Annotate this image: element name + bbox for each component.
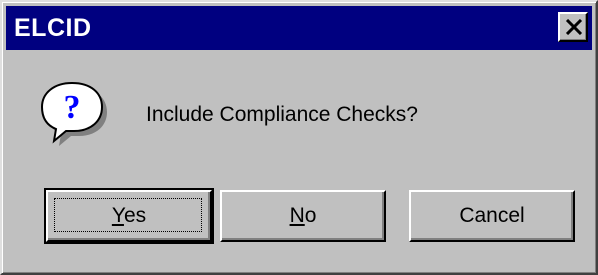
cancel-button[interactable]: Cancel	[409, 190, 575, 242]
no-button[interactable]: No	[220, 190, 386, 242]
message-dialog: ELCID ? Include Compliance Checks? Yes N…	[0, 0, 598, 275]
close-x-icon	[565, 19, 583, 35]
dialog-message: Include Compliance Checks?	[146, 103, 418, 126]
yes-button[interactable]: Yes	[44, 188, 214, 244]
title-bar[interactable]: ELCID	[6, 6, 592, 50]
close-button[interactable]	[558, 12, 588, 42]
focus-ring	[54, 198, 202, 232]
window-title: ELCID	[14, 14, 92, 42]
cancel-label: Cancel	[459, 204, 525, 227]
no-label: No	[289, 204, 317, 227]
question-balloon-icon: ?	[38, 80, 108, 146]
question-glyph: ?	[64, 89, 81, 126]
